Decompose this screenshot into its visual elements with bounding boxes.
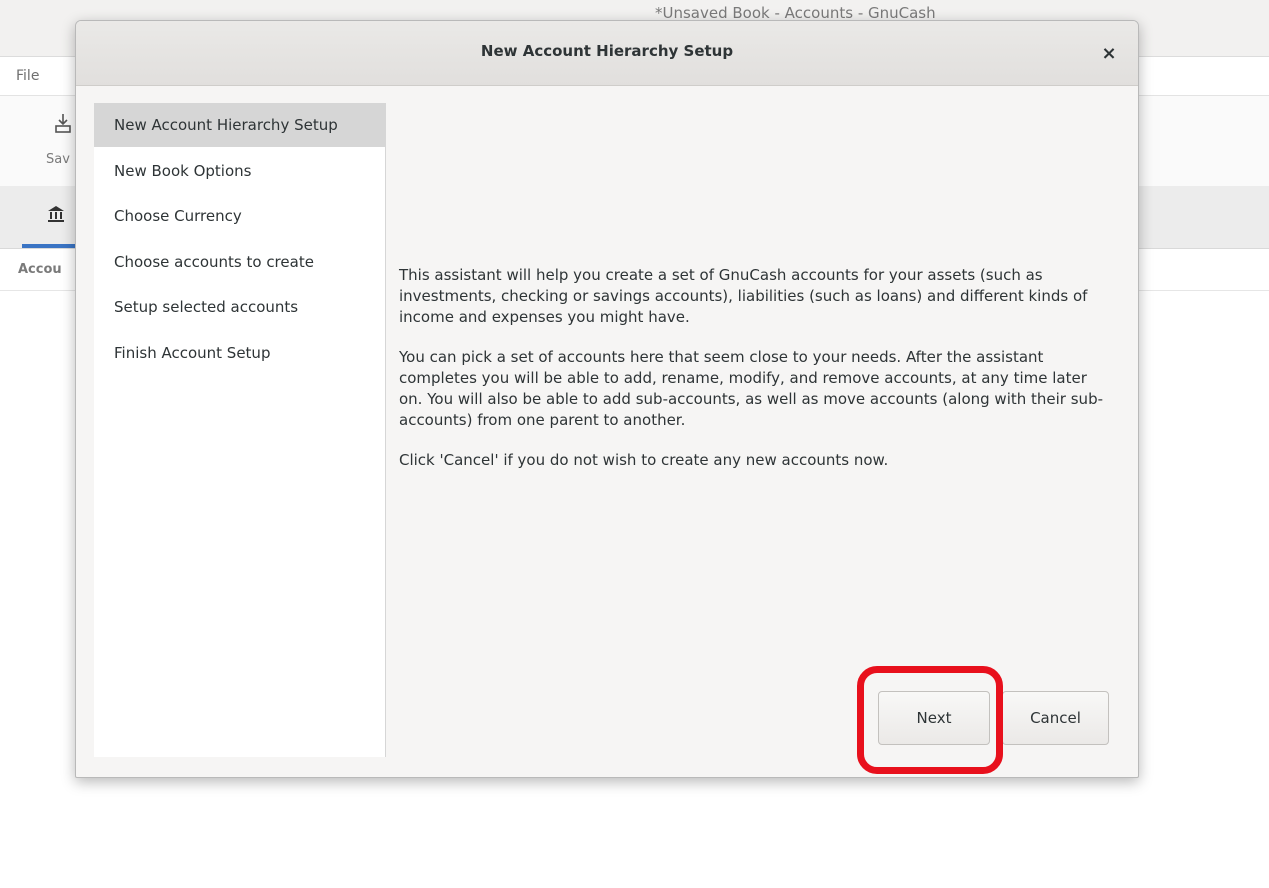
cancel-button-label: Cancel xyxy=(1030,709,1081,727)
close-icon: × xyxy=(1101,42,1117,64)
menu-file[interactable]: File xyxy=(16,68,39,84)
step-finish-account-setup[interactable]: Finish Account Setup xyxy=(94,331,385,375)
description-paragraph: This assistant will help you create a se… xyxy=(399,266,1088,326)
save-button-label[interactable]: Sav xyxy=(46,152,70,167)
save-icon[interactable] xyxy=(54,112,72,139)
step-choose-accounts[interactable]: Choose accounts to create xyxy=(94,240,385,284)
assistant-steps-sidebar: New Account Hierarchy Setup New Book Opt… xyxy=(94,103,386,757)
cancel-button[interactable]: Cancel xyxy=(1002,691,1109,745)
close-button[interactable]: × xyxy=(1095,39,1123,67)
next-highlight-annotation xyxy=(857,666,1003,774)
dialog-title: New Account Hierarchy Setup xyxy=(480,42,734,60)
active-tab-indicator xyxy=(22,244,82,248)
description-paragraph: You can pick a set of accounts here that… xyxy=(399,348,1103,429)
step-setup-selected-accounts[interactable]: Setup selected accounts xyxy=(94,285,385,329)
new-account-hierarchy-dialog: New Account Hierarchy Setup × New Accoun… xyxy=(75,20,1139,778)
bank-icon[interactable] xyxy=(46,204,66,229)
dialog-header: New Account Hierarchy Setup × xyxy=(76,21,1138,86)
step-new-book-options[interactable]: New Book Options xyxy=(94,149,385,193)
main-window-title: *Unsaved Book - Accounts - GnuCash xyxy=(655,4,936,18)
description-paragraph: Click 'Cancel' if you do not wish to cre… xyxy=(399,451,889,469)
accounts-tab-label: Accou xyxy=(18,262,62,277)
assistant-description: This assistant will help you create a se… xyxy=(399,265,1109,490)
step-new-account-hierarchy-setup[interactable]: New Account Hierarchy Setup xyxy=(94,103,385,147)
step-choose-currency[interactable]: Choose Currency xyxy=(94,194,385,238)
